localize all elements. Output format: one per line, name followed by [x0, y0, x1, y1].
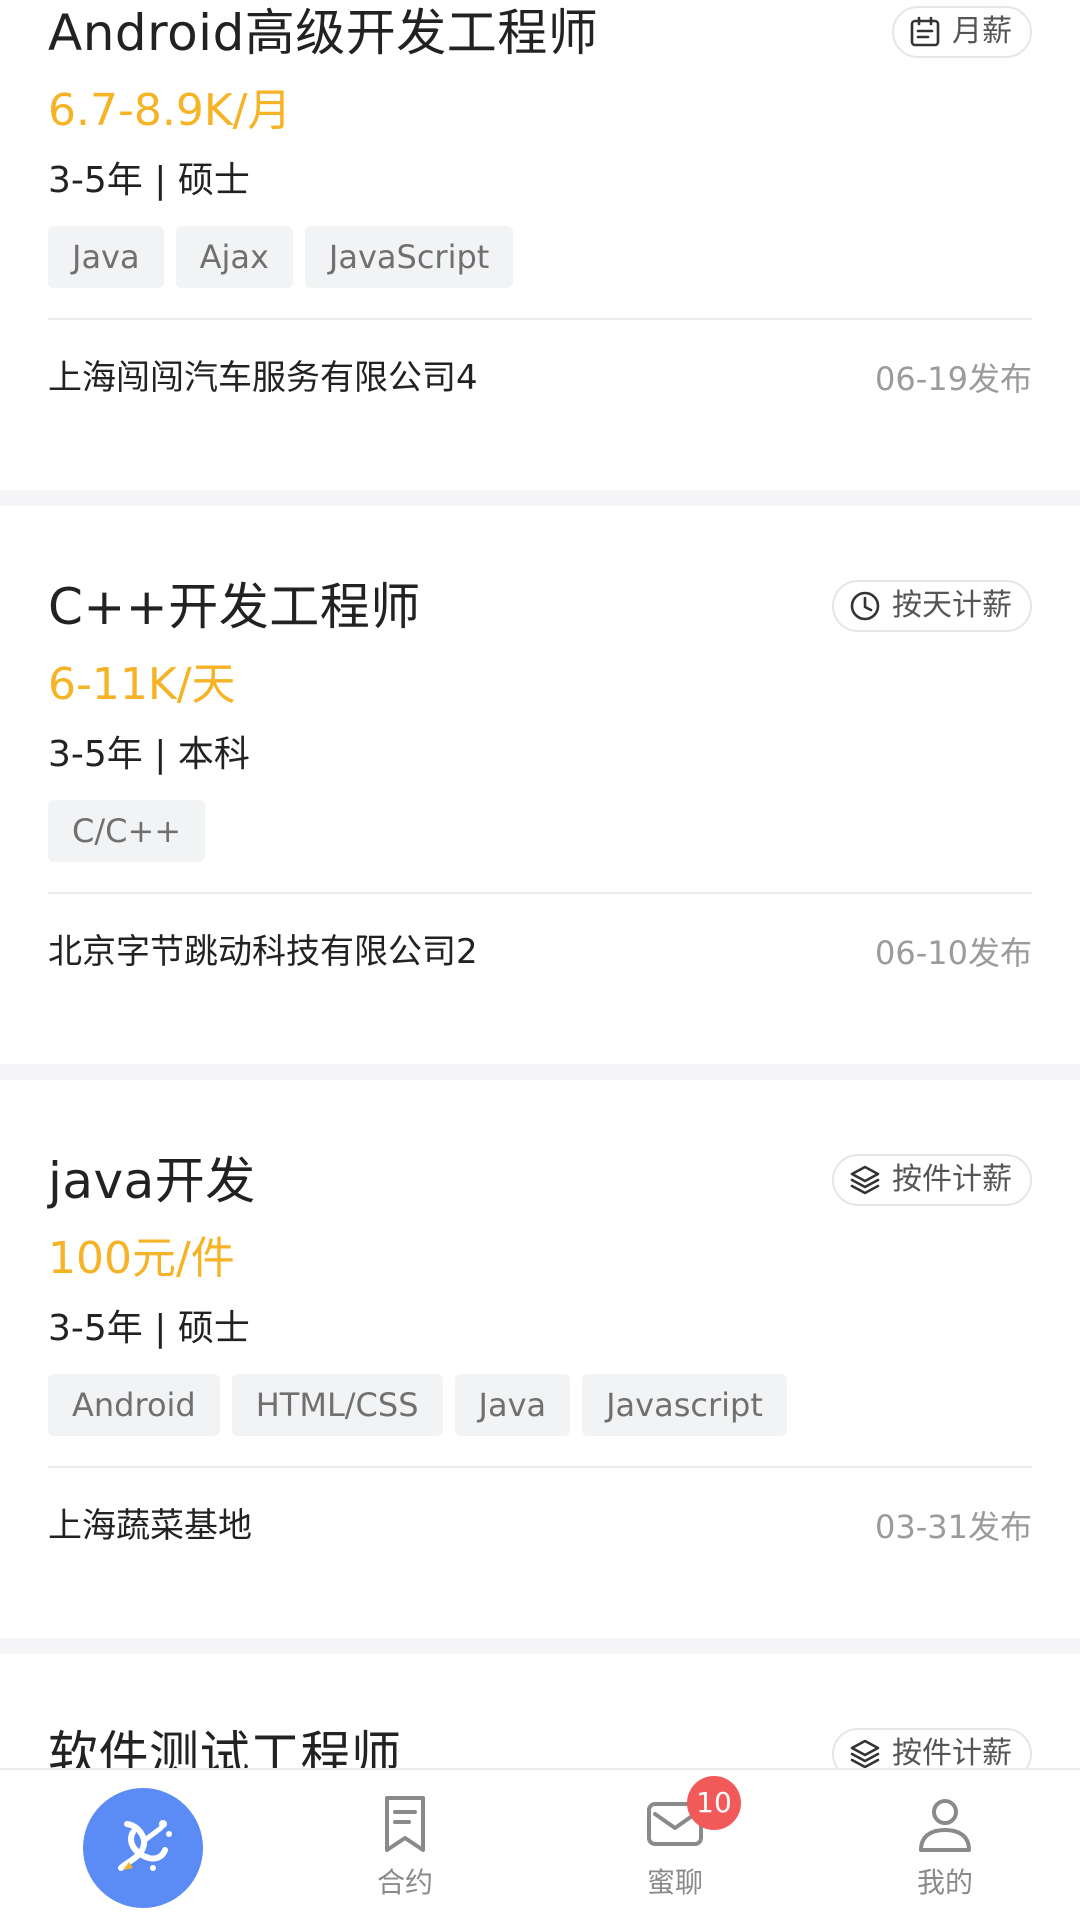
- job-title-row: C++开发工程师 按天计薪: [48, 574, 1032, 640]
- pay-type-label: 按天计薪: [892, 588, 1012, 623]
- user-icon: [919, 1799, 971, 1852]
- home-button[interactable]: [83, 1788, 203, 1908]
- layers-icon: [850, 1739, 880, 1769]
- skill-tag: C/C++: [48, 800, 206, 862]
- company-name: 上海闯闯汽车服务有限公司4: [48, 358, 478, 398]
- home-logo-icon: [118, 1820, 172, 1871]
- salary: 6-11K/天: [48, 659, 236, 710]
- skill-tag: Java: [48, 226, 164, 288]
- clock-icon: [850, 591, 880, 621]
- card-footer: 上海蔬菜基地 03-31发布: [48, 1468, 1032, 1584]
- company-name: 上海蔬菜基地: [48, 1506, 252, 1546]
- layers-icon: [850, 1165, 880, 1195]
- pay-type-label: 按件计薪: [892, 1162, 1012, 1197]
- skill-tag: Javascript: [582, 1374, 787, 1436]
- skill-tag: Android: [48, 1374, 220, 1436]
- salary: 6.7-8.9K/月: [48, 85, 292, 136]
- job-card[interactable]: java开发 按件计薪 100元/件 3-5年 | 硕士 Android HTM…: [0, 1080, 1080, 1638]
- calendar-icon: [910, 16, 940, 47]
- unread-count-badge: 10: [687, 1776, 741, 1830]
- job-requirements: 3-5年 | 硕士: [48, 160, 250, 201]
- job-card[interactable]: C++开发工程师 按天计薪 6-11K/天 3-5年 | 本科 C/C++ 北京…: [0, 506, 1080, 1064]
- app-screen: Android高级开发工程师 月薪 6.7-8.9K/月 3-5年 | 硕士 J…: [0, 0, 1080, 1920]
- pay-type-badge: 月薪: [892, 6, 1032, 58]
- job-card[interactable]: Android高级开发工程师 月薪 6.7-8.9K/月 3-5年 | 硕士 J…: [0, 0, 1080, 490]
- nav-label: 蜜聊: [646, 1866, 703, 1899]
- pay-type-label: 月薪: [952, 14, 1012, 49]
- card-footer: 上海闯闯汽车服务有限公司4 06-19发布: [48, 320, 1032, 436]
- nav-label: 合约: [376, 1866, 433, 1899]
- pay-type-badge: 按件计薪: [832, 1154, 1032, 1206]
- job-title-row: java开发 按件计薪: [48, 1148, 1032, 1214]
- nav-item-home[interactable]: [8, 1770, 278, 1920]
- nav-item-contract[interactable]: 合约: [270, 1770, 540, 1920]
- skill-tag: JavaScript: [304, 226, 514, 288]
- posted-date: 06-10发布: [875, 934, 1032, 972]
- skill-tag: Java: [454, 1374, 571, 1436]
- skill-tag: HTML/CSS: [231, 1374, 443, 1436]
- pay-type-label: 按件计薪: [892, 1736, 1012, 1771]
- skill-tag: Ajax: [175, 226, 293, 288]
- job-title-row: Android高级开发工程师 月薪: [48, 0, 1032, 66]
- card-footer: 北京字节跳动科技有限公司2 06-10发布: [48, 894, 1032, 1010]
- chat-icon-wrap: 10: [643, 1776, 741, 1856]
- posted-date: 03-31发布: [875, 1508, 1032, 1546]
- pay-type-badge: 按天计薪: [832, 580, 1032, 632]
- contract-icon: [385, 1796, 425, 1852]
- job-title: Android高级开发工程师: [48, 4, 599, 62]
- nav-label: 我的: [916, 1866, 973, 1899]
- job-list: Android高级开发工程师 月薪 6.7-8.9K/月 3-5年 | 硕士 J…: [0, 0, 1080, 1914]
- skill-tags: Android HTML/CSS Java Javascript: [48, 1374, 1032, 1436]
- job-requirements: 3-5年 | 硕士: [48, 1308, 250, 1349]
- company-name: 北京字节跳动科技有限公司2: [48, 932, 478, 972]
- skill-tags: Java Ajax JavaScript: [48, 226, 1032, 288]
- skill-tags: C/C++: [48, 800, 1032, 862]
- nav-item-mine[interactable]: 我的: [810, 1770, 1080, 1920]
- nav-item-chat[interactable]: 10 蜜聊: [540, 1770, 810, 1920]
- posted-date: 06-19发布: [875, 360, 1032, 398]
- salary: 100元/件: [48, 1233, 235, 1284]
- bottom-nav-bar: 合约 10 蜜聊 我的: [0, 1768, 1080, 1920]
- job-requirements: 3-5年 | 本科: [48, 734, 250, 775]
